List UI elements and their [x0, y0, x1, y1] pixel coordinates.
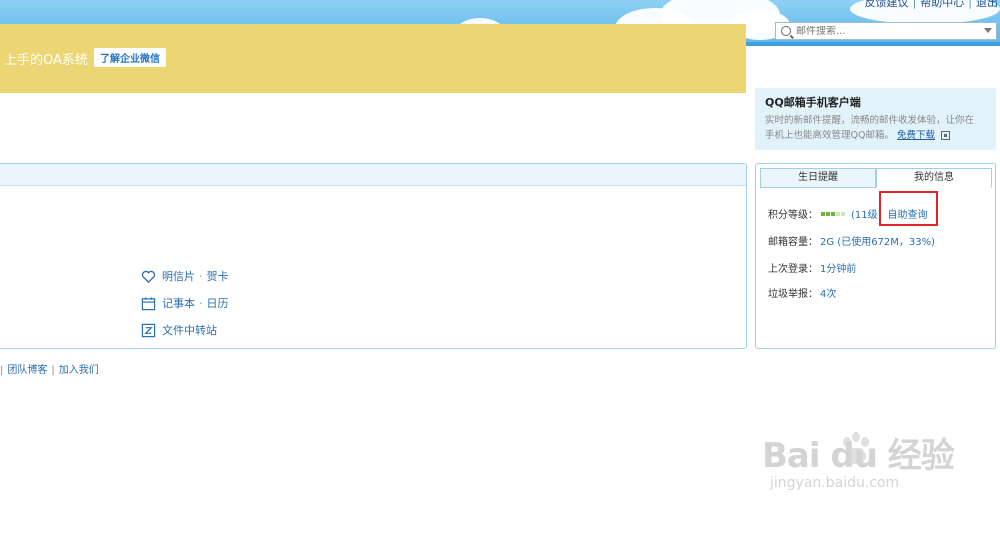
download-link[interactable]: 免费下载 — [897, 130, 935, 141]
last-login-value[interactable]: 1分钟前 — [820, 260, 856, 275]
tool-file-transfer[interactable]: 文件中转站 — [141, 322, 217, 338]
join-us-link[interactable]: 加入我们 — [59, 365, 99, 376]
feedback-link[interactable]: 反馈建议 — [865, 0, 909, 9]
calendar-link[interactable]: 日历 — [207, 295, 229, 311]
spam-report-value[interactable]: 4次 — [820, 285, 836, 300]
mail-search-box[interactable] — [775, 22, 997, 40]
promo-description: 实时的新邮件提醒，流畅的邮件收发体验，让你在 手机上也能高效管理QQ邮箱。 免费… — [765, 115, 975, 141]
storage-value[interactable]: 2G (已使用672M，33%) — [820, 233, 935, 248]
baidu-jingyan-watermark: Bai du 经验 jingyan.baidu.com — [762, 436, 955, 491]
main-panel — [0, 163, 747, 349]
team-blog-link[interactable]: 团队博客 — [7, 365, 47, 376]
search-input[interactable] — [796, 25, 976, 37]
footer-links: | 团队博客 | 加入我们 — [0, 365, 99, 376]
notebook-link[interactable]: 记事本 — [162, 295, 195, 311]
info-tabs: 生日提醒 我的信息 — [760, 168, 992, 188]
greeting-card-link[interactable]: 贺卡 — [207, 268, 229, 284]
logout-link[interactable]: 退出 — [976, 0, 998, 9]
promo-title: QQ邮箱手机客户端 — [765, 96, 861, 109]
tool-notebook[interactable]: 记事本 · 日历 — [141, 295, 229, 311]
tool-postcard[interactable]: 明信片 · 贺卡 — [141, 268, 229, 284]
help-link[interactable]: 帮助中心 — [920, 0, 964, 9]
tab-my-info[interactable]: 我的信息 — [876, 168, 992, 188]
top-links: 反馈建议 | 帮助中心 | 退出 — [865, 0, 998, 10]
calendar-icon — [141, 296, 156, 310]
file-transfer-icon — [141, 323, 156, 337]
banner-text: 上手的OA系统 — [4, 53, 88, 68]
highlight-box — [879, 191, 938, 226]
points-level: (11级) — [851, 210, 882, 221]
chevron-down-icon[interactable] — [984, 28, 992, 33]
spam-report-row: 垃圾举报： 4次 — [768, 285, 836, 300]
tab-birthday[interactable]: 生日提醒 — [760, 168, 876, 188]
learn-wework-button[interactable]: 了解企业微信 — [94, 48, 166, 67]
storage-row: 邮箱容量： 2G (已使用672M，33%) — [768, 233, 935, 248]
file-transfer-link[interactable]: 文件中转站 — [162, 322, 217, 338]
qr-code-icon[interactable] — [941, 131, 951, 140]
level-indicator-icon — [821, 211, 845, 216]
postcard-link[interactable]: 明信片 — [162, 268, 195, 284]
info-panel: 生日提醒 我的信息 积分等级： (11级) 自助查询 邮箱容量： 2G (已使用… — [755, 163, 996, 349]
wework-banner[interactable]: 上手的OA系统 了解企业微信 — [0, 24, 746, 93]
mobile-client-promo: QQ邮箱手机客户端 实时的新邮件提醒，流畅的邮件收发体验，让你在 手机上也能高效… — [755, 88, 996, 150]
last-login-row: 上次登录： 1分钟前 — [768, 260, 856, 275]
heart-icon — [141, 270, 156, 283]
search-icon — [781, 26, 791, 36]
panel-header-strip — [0, 164, 746, 186]
